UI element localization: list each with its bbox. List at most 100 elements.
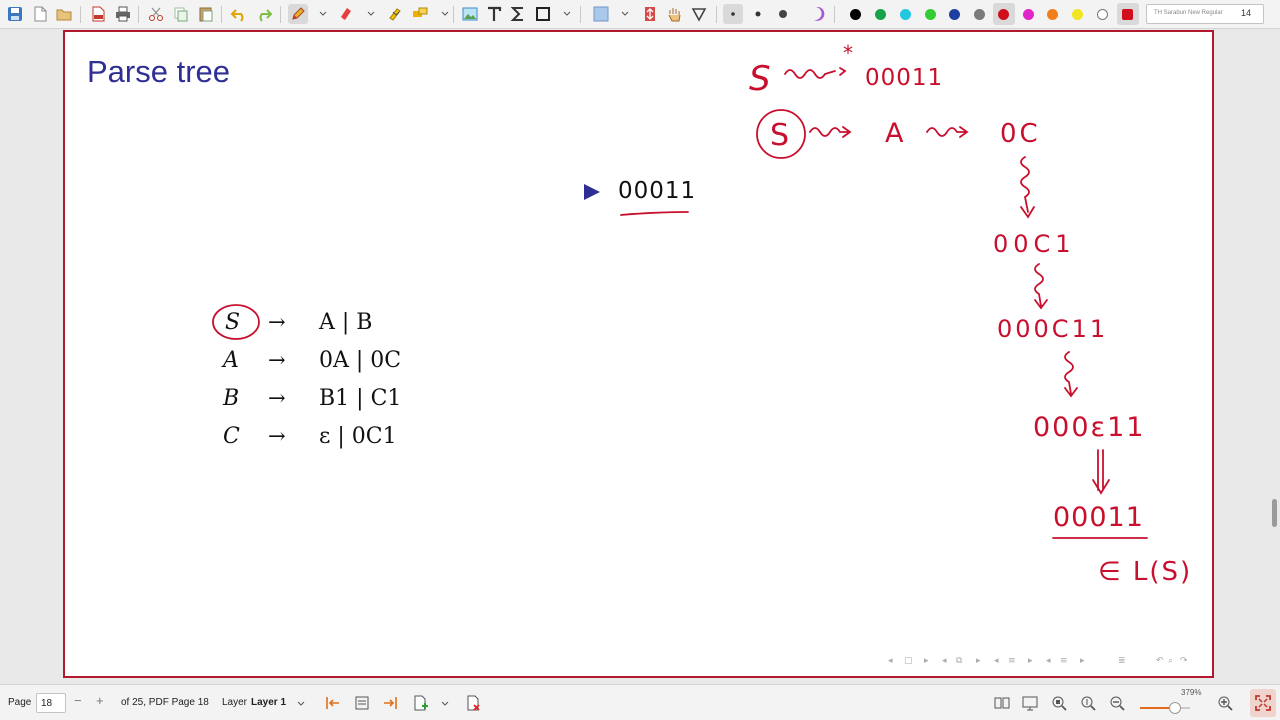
nav-next-icon[interactable]: ▸ [924,656,929,666]
color-swatch[interactable] [1097,9,1108,20]
select-rectangle-icon[interactable] [533,4,553,24]
toolbar-separator [716,6,717,23]
save-icon[interactable] [5,4,25,24]
layer-value[interactable]: Layer 1 [251,697,286,708]
color-swatch[interactable] [850,9,861,20]
chevron-down-icon[interactable] [318,9,328,19]
layer-first-icon[interactable] [324,694,342,712]
ink-text-membership: ∈ L(S) [1098,557,1192,587]
nav-prev-icon[interactable]: ◂ [888,656,893,666]
fullscreen-button[interactable] [1250,689,1276,717]
delete-layer-icon[interactable] [464,694,482,712]
color-swatch[interactable] [1072,9,1083,20]
nav-search-icon[interactable]: ⌕ [1168,656,1173,666]
page-increment-button[interactable]: + [96,693,104,708]
color-swatch[interactable] [875,9,886,20]
zoom-in-icon[interactable] [1216,694,1234,712]
page-decrement-button[interactable]: − [74,693,82,708]
font-selector[interactable]: TH Sarabun New Regular 14 [1146,4,1264,24]
pen-size-medium-icon[interactable] [748,4,768,24]
pen-tool-icon[interactable] [288,4,308,24]
color-swatch[interactable] [998,9,1009,20]
nav-frame-icon[interactable]: ▢ [904,656,913,666]
layer-label: Layer [222,697,248,708]
canvas-area[interactable]: Parse tree 00011 S → A | B A → 0A | 0C B… [0,29,1280,684]
ink-circle-grammar-s [212,304,260,340]
chevron-down-icon[interactable] [366,9,376,19]
latex-tool-icon[interactable] [508,4,528,24]
vertical-space-icon[interactable] [640,4,660,24]
color-swatch[interactable] [949,9,960,20]
nav-prev-icon[interactable]: ◂ [942,656,947,666]
play-object-icon[interactable] [689,4,709,24]
nav-subsection-icon[interactable]: ⧉ [956,656,962,666]
main-toolbar: TH Sarabun New Regular 14 [0,0,1280,29]
add-layer-icon[interactable] [411,694,429,712]
toolbar-separator [280,6,281,23]
page-number-input[interactable]: 18 [36,693,66,713]
redo-icon[interactable] [254,4,274,24]
shapes-icon[interactable] [410,4,430,24]
export-pdf-icon[interactable] [88,4,108,24]
fullscreen-icon [1255,695,1271,711]
nav-back-icon[interactable]: ↶ [1156,656,1164,666]
color-swatch[interactable] [1023,9,1034,20]
nav-next-icon[interactable]: ▸ [1028,656,1033,666]
nav-next-icon[interactable]: ▸ [976,656,981,666]
insert-image-icon[interactable] [460,4,480,24]
ink-text-star: * [843,41,853,65]
color-swatch[interactable] [974,9,985,20]
pen-size-fine-icon[interactable] [723,4,743,24]
chevron-down-icon[interactable] [562,9,572,19]
chevron-down-icon[interactable] [440,9,450,19]
copy-icon[interactable] [171,4,191,24]
zoom-fit-icon[interactable] [1050,694,1068,712]
cut-icon[interactable] [146,4,166,24]
ink-squiggle-arrow [784,67,847,79]
ink-text-step-4: 00011 [1053,502,1144,533]
ink-squiggle-down-arrow [1020,156,1035,219]
open-folder-icon[interactable] [54,4,74,24]
document-page[interactable]: Parse tree 00011 S → A | B A → 0A | 0C B… [63,30,1214,678]
fill-icon[interactable] [806,4,826,24]
undo-icon[interactable] [229,4,249,24]
nav-toc-icon[interactable]: ≣ [1118,656,1126,666]
print-icon[interactable] [113,4,133,24]
chevron-down-icon[interactable] [620,9,630,19]
color-swatch[interactable] [1047,9,1058,20]
ink-text-s: S [749,59,771,99]
toolbar-separator [221,6,222,23]
hand-tool-icon[interactable] [664,4,684,24]
ink-annotations: S * 00011 S A 0C 00C1 000C11 000ε11 0001… [212,41,1192,587]
text-tool-icon[interactable] [484,4,504,24]
zoom-slider[interactable] [1140,702,1190,714]
nav-prev-icon[interactable]: ◂ [1046,656,1051,666]
chevron-down-icon[interactable] [296,699,306,709]
two-page-view-icon[interactable] [993,694,1011,712]
new-document-icon[interactable] [30,4,50,24]
nav-section-icon[interactable]: ≡ [1008,656,1016,666]
nav-next-icon[interactable]: ▸ [1080,656,1085,666]
presentation-mode-icon[interactable] [1021,694,1039,712]
color-swatch[interactable] [925,9,936,20]
nav-prev-icon[interactable]: ◂ [994,656,999,666]
nav-forward-icon[interactable]: ↷ [1180,656,1188,666]
chevron-down-icon[interactable] [440,699,450,709]
color-swatch[interactable] [1122,9,1133,20]
toolbar-separator [80,6,81,23]
zoom-100-icon[interactable] [1079,694,1097,712]
color-swatch[interactable] [900,9,911,20]
ink-squiggle-down-arrow [1034,263,1048,310]
pen-size-thick-icon[interactable] [773,4,793,24]
chevron-down-icon[interactable] [391,9,401,19]
vertical-scrollbar[interactable] [1272,499,1277,527]
eraser-icon[interactable] [336,4,356,24]
layer-stack-icon[interactable] [353,694,371,712]
layer-last-icon[interactable] [381,694,399,712]
toolbar-separator [138,6,139,23]
nav-outline-icon[interactable]: ≡ [1060,656,1068,666]
zoom-slider-thumb[interactable] [1169,702,1181,714]
paste-icon[interactable] [196,4,216,24]
zoom-out-icon[interactable] [1108,694,1126,712]
selection-tool-icon[interactable] [591,4,611,24]
